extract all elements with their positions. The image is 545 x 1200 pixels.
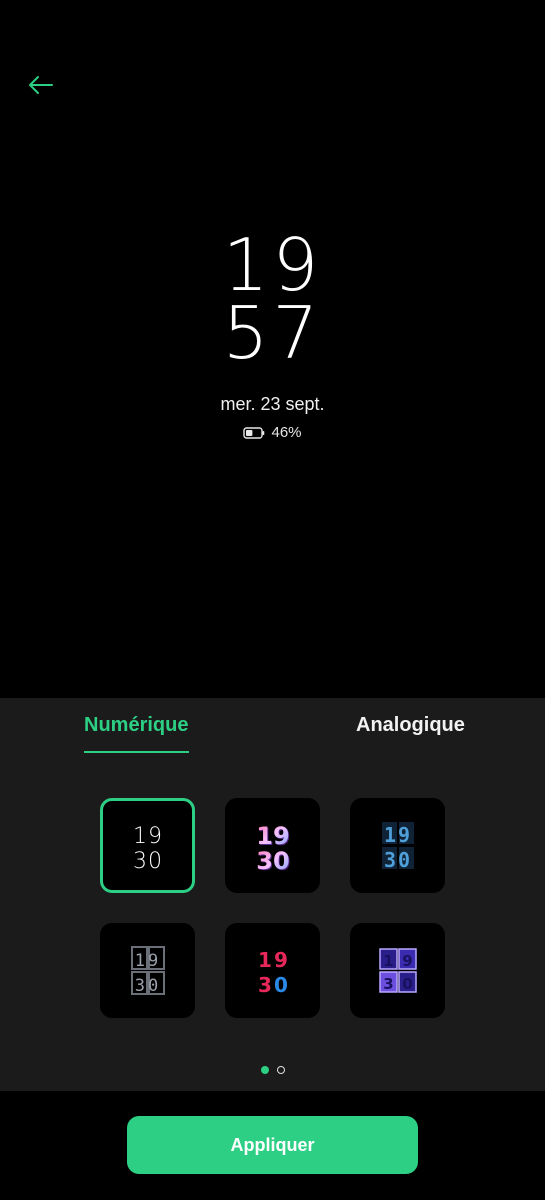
- page-dot-inactive[interactable]: [276, 1066, 285, 1074]
- svg-text:0: 0: [274, 973, 288, 997]
- tile-minute-label: 30: [133, 849, 163, 874]
- clock-style-blue-blocks[interactable]: 19 30: [350, 798, 445, 893]
- tile-hour-label: 19: [256, 822, 289, 850]
- tile-hour-label: 19: [133, 824, 163, 849]
- battery-icon: [243, 426, 265, 439]
- svg-text:3: 3: [383, 975, 393, 993]
- svg-text:3: 3: [258, 973, 272, 997]
- svg-text:1: 1: [383, 952, 393, 970]
- clock-style-preview-thin: 19 30: [133, 824, 163, 874]
- clock-style-colorful-3d[interactable]: 19 19 30 30: [225, 798, 320, 893]
- clock-style-preview-segmented: 19 30: [130, 945, 165, 996]
- svg-text:0: 0: [402, 975, 412, 993]
- page-dot-active[interactable]: [260, 1066, 269, 1074]
- tab-analog[interactable]: Analogique: [356, 714, 465, 737]
- svg-text:1: 1: [258, 948, 272, 972]
- tile-minute-label: 30: [256, 847, 289, 875]
- clock-style-segmented-gray[interactable]: 19 30: [100, 923, 195, 1018]
- clock-style-purple-squares[interactable]: 1 9 3 0: [350, 923, 445, 1018]
- back-button[interactable]: [24, 70, 58, 100]
- clock-preview: 19 57 mer. 23 sept. 46%: [0, 0, 545, 698]
- clock-style-preview-purple: 1 9 3 0: [378, 947, 417, 993]
- style-picker-panel: Numérique Analogique 19 30 19 19 30 30 1…: [0, 698, 545, 1091]
- tile-hour-label: 19: [134, 951, 160, 971]
- tab-digital[interactable]: Numérique: [84, 714, 188, 737]
- svg-text:9: 9: [274, 948, 288, 972]
- tile-minute-label: 30: [134, 976, 160, 996]
- tile-hour-label: 19: [383, 823, 411, 847]
- preview-date: mer. 23 sept.: [220, 394, 325, 414]
- back-arrow-icon: [29, 76, 53, 94]
- clock-style-preview-colorful: 19 19 30 30: [256, 822, 290, 876]
- preview-minute: 57: [222, 291, 323, 375]
- clock-style-preview-neon: 1 9 3 0: [258, 948, 288, 997]
- tile-minute-label: 30: [383, 848, 411, 872]
- apply-button[interactable]: Appliquer: [127, 1116, 418, 1174]
- clock-style-preview-blue: 19 30: [381, 821, 414, 872]
- svg-text:9: 9: [402, 952, 412, 970]
- tab-active-indicator: [84, 751, 189, 753]
- battery-percent: 46%: [271, 424, 302, 441]
- clock-style-thin-minimal[interactable]: 19 30: [100, 798, 195, 893]
- clock-style-neon-red-blue[interactable]: 1 9 3 0: [225, 923, 320, 1018]
- preview-hour: 19: [222, 223, 323, 307]
- page-indicator: [0, 1066, 545, 1074]
- battery-status: 46%: [0, 424, 545, 441]
